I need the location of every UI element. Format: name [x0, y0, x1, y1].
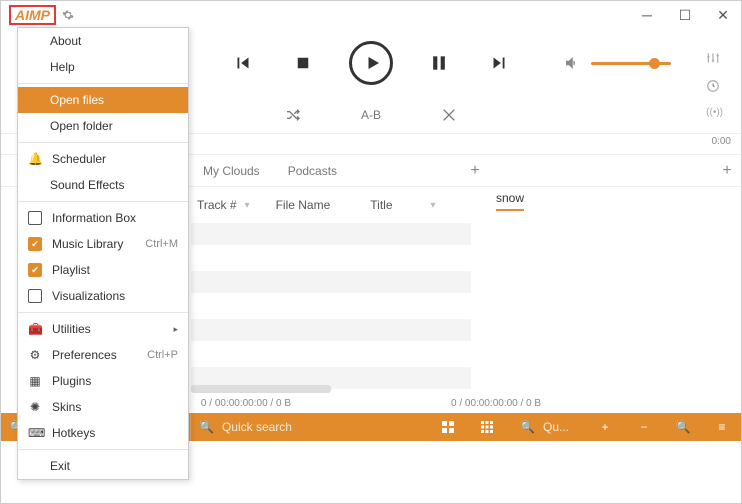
menu-preferences[interactable]: ⚙PreferencesCtrl+P	[18, 342, 188, 368]
toolbox-icon: 🧰	[28, 322, 42, 336]
status-right: 0 / 00:00:00:00 / 0 B	[451, 398, 541, 409]
chevron-right-icon: ▸	[173, 324, 178, 335]
tab-podcasts[interactable]: Podcasts	[274, 155, 351, 187]
add-tab-left-button[interactable]: +	[461, 162, 489, 180]
list-item[interactable]	[191, 295, 471, 317]
ab-repeat-button[interactable]: A-B	[361, 108, 381, 122]
menu-exit[interactable]: Exit	[18, 453, 188, 479]
list-item[interactable]	[191, 247, 471, 269]
equalizer-icon[interactable]	[706, 51, 723, 65]
clock-icon[interactable]	[706, 79, 723, 93]
menu-skins[interactable]: ✺Skins	[18, 394, 188, 420]
checkbox-icon	[28, 289, 42, 303]
shuffle-button[interactable]	[285, 107, 301, 123]
menu-help[interactable]: Help	[18, 54, 188, 80]
menu-open-folder[interactable]: Open folder	[18, 113, 188, 139]
checkbox-checked-icon: ✔	[28, 263, 42, 277]
menu-visualizations[interactable]: Visualizations	[18, 283, 188, 309]
plugins-icon: ▦	[28, 374, 42, 388]
prev-track-button[interactable]	[229, 49, 257, 77]
list-item[interactable]	[191, 343, 471, 365]
horizontal-scrollbar[interactable]	[191, 385, 331, 393]
status-left: 0 / 00:00:00:00 / 0 B	[201, 398, 291, 409]
pause-button[interactable]	[425, 49, 453, 77]
list-item[interactable]	[191, 319, 471, 341]
menu-about[interactable]: About	[18, 28, 188, 54]
checkbox-checked-icon: ✔	[28, 237, 42, 251]
search-icon: 🔍	[199, 420, 214, 434]
crossfade-button[interactable]	[441, 107, 457, 123]
menu-scheduler[interactable]: 🔔Scheduler	[18, 146, 188, 172]
menu-button[interactable]: ≡	[711, 420, 733, 434]
menu-hotkeys[interactable]: ⌨Hotkeys	[18, 420, 188, 446]
add-tab-right-button[interactable]: +	[713, 162, 741, 180]
play-button[interactable]	[349, 41, 393, 85]
column-title[interactable]: Title▾	[370, 198, 435, 212]
menu-plugins[interactable]: ▦Plugins	[18, 368, 188, 394]
grid-view-button[interactable]	[442, 421, 464, 433]
list-item[interactable]	[191, 223, 471, 245]
volume-thumb[interactable]	[649, 58, 660, 69]
menu-playlist[interactable]: ✔Playlist	[18, 257, 188, 283]
tab-my-clouds[interactable]: My Clouds	[189, 155, 274, 187]
filter-icon[interactable]: ▾	[245, 200, 250, 211]
maximize-button[interactable]: ☐	[675, 7, 695, 24]
column-track-number[interactable]: Track #▾	[197, 198, 250, 212]
menu-sound-effects[interactable]: Sound Effects	[18, 172, 188, 198]
volume-slider[interactable]	[591, 62, 671, 65]
add-button-2[interactable]: +	[594, 420, 616, 434]
menu-music-library[interactable]: ✔Music LibraryCtrl+M	[18, 231, 188, 257]
skins-icon: ✺	[28, 400, 42, 414]
search-icon: 🔍	[520, 420, 535, 434]
next-track-button[interactable]	[485, 49, 513, 77]
main-menu: About Help Open files Open folder 🔔Sched…	[17, 27, 189, 480]
gear-icon[interactable]	[62, 9, 74, 21]
stop-button[interactable]	[289, 49, 317, 77]
remove-button[interactable]: −	[633, 420, 655, 434]
apps-button[interactable]	[481, 421, 503, 433]
track-time: 0:00	[712, 136, 731, 147]
app-logo: AIMP	[9, 5, 56, 25]
menu-information-box[interactable]: Information Box	[18, 205, 188, 231]
menu-open-files[interactable]: Open files	[18, 87, 188, 113]
broadcast-icon[interactable]: ((•))	[706, 107, 723, 118]
column-file-name[interactable]: File Name	[276, 198, 331, 212]
close-button[interactable]: ✕	[713, 7, 733, 24]
minimize-button[interactable]: ─	[637, 7, 657, 24]
list-item[interactable]	[191, 271, 471, 293]
volume-icon[interactable]	[563, 54, 581, 72]
search-input-mid[interactable]	[222, 420, 322, 434]
menu-utilities[interactable]: 🧰Utilities▸	[18, 316, 188, 342]
tab-snow[interactable]: snow	[496, 191, 524, 211]
bell-icon: 🔔	[28, 152, 42, 166]
keyboard-icon: ⌨	[28, 426, 42, 440]
checkbox-icon	[28, 211, 42, 225]
search-button[interactable]: 🔍	[672, 420, 694, 434]
filter-icon[interactable]: ▾	[431, 200, 436, 211]
search-input-right[interactable]	[543, 420, 577, 434]
gear-icon: ⚙	[28, 348, 42, 362]
